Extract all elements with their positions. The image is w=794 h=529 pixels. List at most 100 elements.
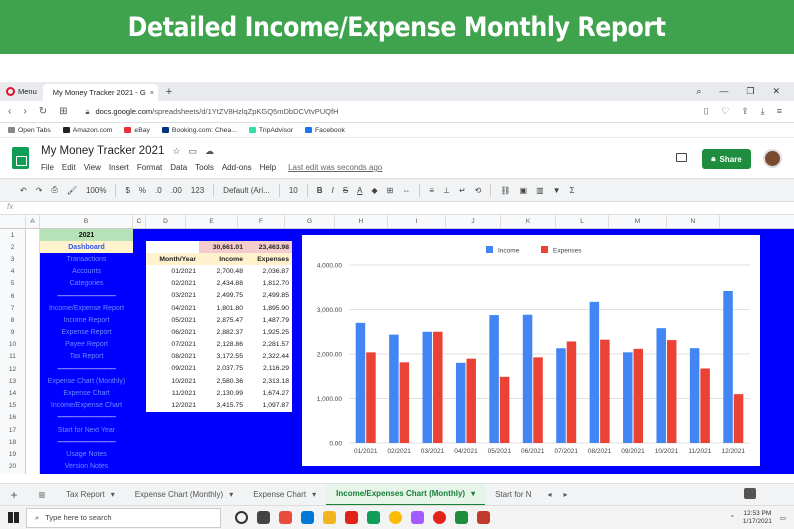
nav-link[interactable]: Transactions	[40, 253, 133, 265]
start-button[interactable]	[0, 512, 26, 523]
folder-icon[interactable]: ▭	[188, 146, 197, 157]
comment-add-icon[interactable]: ▣	[520, 186, 528, 195]
chart-icon[interactable]: ▥	[536, 186, 544, 195]
expense-cell[interactable]: 1,895.90	[246, 302, 292, 314]
expense-cell[interactable]: 2,313.18	[246, 375, 292, 387]
income-cell[interactable]: 3,415.75	[199, 399, 246, 411]
row-header[interactable]: 7	[0, 302, 25, 314]
star-icon[interactable]: ☆	[172, 146, 180, 157]
reload-icon[interactable]: ↻	[39, 106, 47, 117]
income-cell[interactable]: 2,130.99	[199, 387, 246, 399]
income-expense-chart[interactable]: 0.00 1,000.00 2,000.00 3,000.00 4,000.00 01/2…	[302, 235, 760, 466]
scroll-tabs-right-icon[interactable]: ▸	[558, 490, 574, 499]
menu-tools[interactable]: Tools	[195, 163, 214, 172]
row-header[interactable]: 12	[0, 363, 25, 375]
opera-icon[interactable]	[345, 511, 358, 524]
row-header[interactable]: 14	[0, 387, 25, 399]
bookmark-item[interactable]: Booking.com: Chea...	[161, 127, 237, 134]
undo-icon[interactable]: ↶	[20, 186, 27, 195]
menu-data[interactable]: Data	[170, 163, 187, 172]
column-header[interactable]: A	[26, 215, 40, 228]
expense-cell[interactable]: 2,499.85	[246, 290, 292, 302]
expense-cell[interactable]: 2,322.44	[246, 351, 292, 363]
wrap-icon[interactable]: ↵	[459, 186, 466, 195]
nav-link[interactable]: Start for Next Year	[40, 424, 133, 436]
cloud-icon[interactable]: ☁︎	[205, 146, 214, 157]
nav-link[interactable]: Version Notes	[40, 461, 133, 473]
month-header[interactable]: Month/Year	[146, 253, 199, 266]
bookmark-item[interactable]: Open Tabs	[8, 127, 51, 134]
nav-link[interactable]: Dashboard	[40, 241, 133, 254]
all-sheets-icon[interactable]: ≡	[28, 488, 56, 502]
nav-link[interactable]: Income/Expense Chart	[40, 400, 133, 412]
income-cell[interactable]: 2,499.75	[199, 290, 246, 302]
row-header[interactable]: 17	[0, 424, 25, 436]
row-header[interactable]: 15	[0, 400, 25, 412]
print-icon[interactable]: ⎙	[51, 185, 57, 195]
menu-format[interactable]: Format	[137, 163, 162, 172]
nav-link[interactable]: Expense Chart	[40, 387, 133, 399]
share-button[interactable]: 🔒︎ Share	[702, 149, 751, 169]
month-cell[interactable]: 07/2021	[146, 339, 199, 351]
functions-icon[interactable]: Σ	[570, 186, 575, 195]
nav-link[interactable]: Income Report	[40, 314, 133, 326]
link-icon[interactable]: ⛓︎	[500, 186, 510, 195]
percent-button[interactable]: %	[139, 186, 146, 195]
month-cell[interactable]: 08/2021	[146, 351, 199, 363]
month-cell[interactable]: 02/2021	[146, 278, 199, 290]
blank-cell[interactable]	[146, 241, 199, 253]
month-cell[interactable]: 05/2021	[146, 314, 199, 326]
tab-sheet[interactable]: Expense Chart ▾	[243, 484, 326, 506]
column-header[interactable]: E	[186, 215, 238, 228]
income-cell[interactable]: 2,434.88	[199, 278, 246, 290]
month-cell[interactable]: 10/2021	[146, 375, 199, 387]
nav-link[interactable]: Accounts	[40, 266, 133, 278]
expense-cell[interactable]: 1,487.79	[246, 314, 292, 326]
income-cell[interactable]: 2,580.36	[199, 375, 246, 387]
mail-icon[interactable]	[301, 511, 314, 524]
row-header[interactable]: 1	[0, 229, 25, 241]
decrease-decimal-button[interactable]: .0	[155, 186, 162, 195]
borders-icon[interactable]: ⊞	[387, 186, 394, 195]
more-icon[interactable]: ≡	[777, 106, 782, 117]
doc-title[interactable]: My Money Tracker 2021	[41, 145, 164, 157]
search-icon[interactable]: ⌕	[696, 86, 701, 97]
notification-icon[interactable]: ▭	[780, 514, 786, 522]
column-header[interactable]: M	[609, 215, 667, 228]
row-header[interactable]: 10	[0, 339, 25, 351]
expense-cell[interactable]: 1,925.25	[246, 326, 292, 338]
merge-icon[interactable]: ⇔	[402, 186, 410, 195]
download-icon[interactable]: ⤓	[761, 106, 765, 117]
nav-link[interactable]: Income/Expense Report	[40, 302, 133, 314]
rotate-icon[interactable]: ⟲	[475, 186, 482, 195]
total-income[interactable]: 30,661.01	[199, 241, 246, 254]
align-icon[interactable]: ≡	[429, 186, 434, 195]
increase-decimal-button[interactable]: .00	[171, 186, 182, 195]
row-header[interactable]: 2	[0, 241, 25, 253]
income-cell[interactable]: 2,882.37	[199, 326, 246, 338]
text-color-button[interactable]: A	[357, 186, 362, 195]
column-header[interactable]: B	[40, 215, 133, 228]
row-header[interactable]: 3	[0, 253, 25, 265]
folder-icon[interactable]	[323, 511, 336, 524]
last-edit-link[interactable]: Last edit was seconds ago	[288, 163, 382, 172]
expense-cell[interactable]: 1,674.27	[246, 387, 292, 399]
new-tab-button[interactable]: +	[158, 86, 180, 98]
column-header[interactable]: L	[556, 215, 609, 228]
taskbar-search[interactable]: ⌕ Type here to search	[26, 507, 221, 528]
column-header[interactable]: N	[667, 215, 720, 228]
minimize-icon[interactable]: —	[719, 86, 728, 97]
opera-menu-button[interactable]: Menu	[0, 87, 43, 96]
nav-link[interactable]: Usage Notes	[40, 448, 133, 460]
month-cell[interactable]: 11/2021	[146, 387, 199, 399]
cortana-icon[interactable]	[235, 511, 248, 524]
app-icon[interactable]	[279, 511, 292, 524]
tab-sheet[interactable]: Income/Expenses Chart (Monthly) ▾	[326, 483, 486, 506]
month-cell[interactable]: 01/2021	[146, 265, 199, 277]
nav-link[interactable]: Tax Report	[40, 351, 133, 363]
url-field[interactable]: 🔒︎ docs.google.com/spreadsheets/d/1YtZV8H…	[85, 107, 338, 117]
income-cell[interactable]: 2,128.86	[199, 339, 246, 351]
expense-cell[interactable]: 2,036.87	[246, 265, 292, 277]
expense-cell[interactable]: 2,281.57	[246, 339, 292, 351]
expense-cell[interactable]: 1,812.70	[246, 278, 292, 290]
